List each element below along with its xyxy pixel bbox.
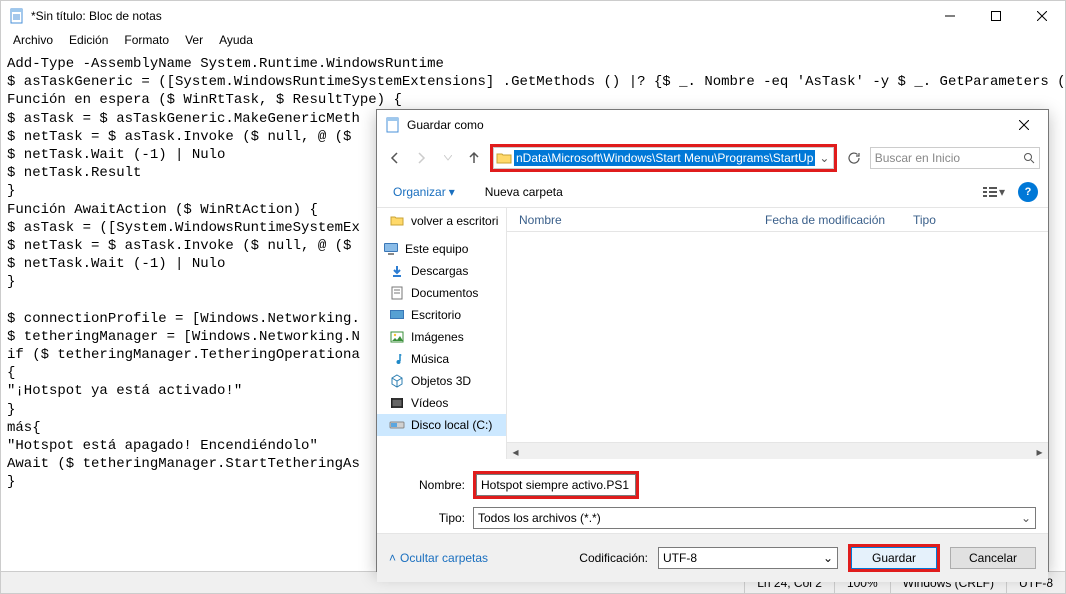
cancel-button[interactable]: Cancelar [950, 547, 1036, 569]
close-button[interactable] [1019, 1, 1065, 31]
titlebar: *Sin título: Bloc de notas [1, 1, 1065, 31]
search-input[interactable]: Buscar en Inicio [870, 147, 1040, 169]
recent-dropdown[interactable] [438, 146, 458, 170]
menu-archivo[interactable]: Archivo [5, 31, 61, 51]
bottom-bar: ˄ Ocultar carpetas Codificación: UTF-8 ⌄… [377, 533, 1048, 582]
dialog-close-button[interactable] [1008, 113, 1040, 137]
filename-input[interactable] [476, 474, 636, 496]
search-placeholder: Buscar en Inicio [875, 151, 1023, 165]
h-scrollbar[interactable]: ◂ ▸ [507, 442, 1048, 459]
tree-item-documentos[interactable]: Documentos [377, 282, 506, 304]
help-button[interactable]: ? [1018, 182, 1038, 202]
chevron-down-icon: ⌄ [1021, 511, 1031, 525]
menubar: Archivo Edición Formato Ver Ayuda [1, 31, 1065, 51]
notepad-icon [9, 8, 25, 24]
menu-edicion[interactable]: Edición [61, 31, 116, 51]
chevron-down-icon: ▾ [449, 185, 455, 199]
maximize-button[interactable] [973, 1, 1019, 31]
forward-button[interactable] [411, 146, 431, 170]
minimize-button[interactable] [927, 1, 973, 31]
back-button[interactable] [385, 146, 405, 170]
dialog-title: Guardar como [407, 118, 1008, 132]
save-button[interactable]: Guardar [851, 547, 937, 569]
organize-button[interactable]: Organizar▾ [387, 181, 461, 203]
list-body[interactable] [507, 232, 1048, 442]
menu-ver[interactable]: Ver [177, 31, 211, 51]
chevron-down-icon: ⌄ [823, 551, 833, 565]
tree-item-desktop-back[interactable]: volver a escritori [377, 210, 506, 232]
address-path[interactable]: nData\Microsoft\Windows\Start Menu\Progr… [514, 150, 815, 166]
pictures-icon [389, 329, 405, 345]
search-icon [1023, 152, 1035, 164]
notepad-icon [385, 117, 401, 133]
toolbar: Organizar▾ Nueva carpeta ▾ ? [377, 176, 1048, 208]
encoding-label: Codificación: [579, 551, 648, 565]
col-date[interactable]: Fecha de modificación [753, 213, 901, 227]
tree-item-imagenes[interactable]: Imágenes [377, 326, 506, 348]
scroll-left-icon[interactable]: ◂ [507, 443, 524, 460]
type-label: Tipo: [389, 511, 465, 525]
nav-tree[interactable]: volver a escritori Este equipo Descargas… [377, 208, 507, 459]
scroll-right-icon[interactable]: ▸ [1031, 443, 1048, 460]
refresh-button[interactable] [843, 146, 863, 170]
tree-item-objetos3d[interactable]: Objetos 3D [377, 370, 506, 392]
chevron-down-icon[interactable]: ⌄ [1021, 479, 1031, 493]
music-icon [389, 351, 405, 367]
file-type-select[interactable]: Todos los archivos (*.*) ⌄ [473, 507, 1036, 529]
downloads-icon [389, 263, 405, 279]
videos-icon [389, 395, 405, 411]
folder-icon [389, 213, 405, 229]
view-button[interactable]: ▾ [976, 181, 1012, 203]
up-button[interactable] [464, 146, 484, 170]
window-title: *Sin título: Bloc de notas [31, 9, 927, 23]
new-folder-button[interactable]: Nueva carpeta [479, 181, 569, 203]
menu-ayuda[interactable]: Ayuda [211, 31, 261, 51]
address-dropdown-icon[interactable]: ⌄ [815, 151, 833, 165]
filename-label: Nombre: [389, 478, 465, 492]
col-type[interactable]: Tipo [901, 213, 1048, 227]
col-name[interactable]: Nombre [507, 213, 753, 227]
hide-folders-button[interactable]: ˄ Ocultar carpetas [389, 551, 488, 565]
chevron-down-icon: ▾ [999, 185, 1005, 199]
addressbar-highlight: nData\Microsoft\Windows\Start Menu\Progr… [490, 144, 837, 172]
nav-row: nData\Microsoft\Windows\Start Menu\Progr… [377, 140, 1048, 176]
tree-item-escritorio[interactable]: Escritorio [377, 304, 506, 326]
menu-formato[interactable]: Formato [116, 31, 177, 51]
drive-icon [389, 417, 405, 433]
tree-item-descargas[interactable]: Descargas [377, 260, 506, 282]
dialog-titlebar: Guardar como [377, 110, 1048, 140]
save-as-dialog: Guardar como nData\Microsoft\Windows\Sta… [376, 109, 1049, 572]
tree-item-this-pc[interactable]: Este equipo [377, 238, 506, 260]
objects3d-icon [389, 373, 405, 389]
list-header: Nombre Fecha de modificación Tipo [507, 208, 1048, 232]
encoding-select[interactable]: UTF-8 ⌄ [658, 547, 838, 569]
pc-icon [383, 241, 399, 257]
addressbar[interactable]: nData\Microsoft\Windows\Start Menu\Progr… [493, 147, 834, 169]
tree-item-disco-c[interactable]: Disco local (C:) [377, 414, 506, 436]
file-list: Nombre Fecha de modificación Tipo ◂ ▸ [507, 208, 1048, 459]
desktop-icon [389, 307, 405, 323]
tree-item-videos[interactable]: Vídeos [377, 392, 506, 414]
chevron-up-icon: ˄ [389, 551, 396, 565]
documents-icon [389, 285, 405, 301]
folder-icon [494, 148, 514, 168]
tree-item-musica[interactable]: Música [377, 348, 506, 370]
